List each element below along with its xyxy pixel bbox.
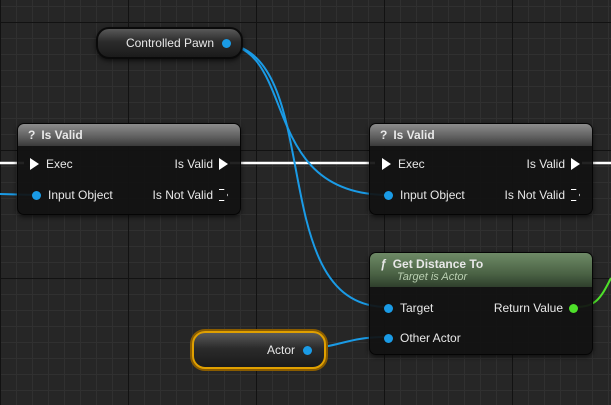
controlled-pawn-output-pin[interactable] bbox=[222, 38, 231, 48]
return-value-pin[interactable] bbox=[569, 303, 578, 313]
function-icon: ƒ bbox=[380, 257, 387, 271]
exec-in-pin[interactable] bbox=[382, 158, 391, 170]
exec-in-pin[interactable] bbox=[30, 158, 39, 170]
is-valid-right-notvalid-row: Is Not Valid bbox=[505, 187, 580, 203]
actor-node[interactable]: Actor bbox=[192, 331, 326, 369]
is-valid-right-title: Is Valid bbox=[393, 128, 435, 142]
return-value-label: Return Value bbox=[493, 301, 563, 315]
input-object-pin[interactable] bbox=[32, 190, 41, 200]
target-label: Target bbox=[400, 301, 434, 315]
get-distance-title: Get Distance To bbox=[392, 257, 484, 271]
is-valid-left-valid-row: Is Valid bbox=[175, 156, 228, 172]
other-actor-label: Other Actor bbox=[400, 331, 461, 345]
is-not-valid-exec-pin[interactable] bbox=[571, 189, 580, 201]
target-row: Target bbox=[384, 300, 433, 316]
is-valid-left-header: ? Is Valid bbox=[18, 124, 240, 146]
is-not-valid-exec-pin[interactable] bbox=[219, 189, 228, 201]
is-valid-right-exec-row: Exec bbox=[382, 156, 425, 172]
get-distance-header: ƒ Get Distance To Target is Actor bbox=[370, 253, 592, 287]
is-valid-out-label: Is Valid bbox=[174, 157, 213, 171]
actor-label: Actor bbox=[266, 343, 295, 357]
is-valid-left-input-row: Input Object bbox=[32, 187, 113, 203]
is-valid-right-header: ? Is Valid bbox=[370, 124, 592, 146]
object-wire-pawn-to-target bbox=[217, 42, 388, 308]
input-object-pin[interactable] bbox=[384, 190, 393, 200]
other-actor-row: Other Actor bbox=[384, 330, 461, 346]
input-object-label: Input Object bbox=[400, 188, 465, 202]
other-actor-pin[interactable] bbox=[384, 333, 393, 343]
get-distance-subtitle: Target is Actor bbox=[397, 271, 468, 283]
question-icon: ? bbox=[380, 128, 388, 142]
is-not-valid-label: Is Not Valid bbox=[152, 188, 213, 202]
is-valid-out-label: Is Valid bbox=[526, 157, 565, 171]
is-valid-right-valid-row: Is Valid bbox=[527, 156, 580, 172]
exec-label: Exec bbox=[398, 157, 425, 171]
is-valid-left-notvalid-row: Is Not Valid bbox=[153, 187, 228, 203]
input-object-label: Input Object bbox=[48, 188, 113, 202]
is-valid-node-left[interactable]: ? Is Valid Exec Is Valid Input Object Is… bbox=[17, 123, 241, 215]
is-valid-exec-out-pin[interactable] bbox=[571, 158, 580, 170]
return-value-row: Return Value bbox=[494, 300, 578, 316]
is-valid-left-title: Is Valid bbox=[41, 128, 83, 142]
object-wire-pawn-to-isvalid bbox=[217, 42, 388, 196]
exec-label: Exec bbox=[46, 157, 73, 171]
controlled-pawn-node[interactable]: Controlled Pawn bbox=[96, 27, 243, 59]
is-valid-exec-out-pin[interactable] bbox=[219, 158, 228, 170]
is-valid-left-exec-row: Exec bbox=[30, 156, 73, 172]
controlled-pawn-label: Controlled Pawn bbox=[125, 36, 214, 50]
is-not-valid-label: Is Not Valid bbox=[504, 188, 565, 202]
get-distance-to-node[interactable]: ƒ Get Distance To Target is Actor Target… bbox=[369, 252, 593, 355]
is-valid-right-input-row: Input Object bbox=[384, 187, 465, 203]
target-pin[interactable] bbox=[384, 303, 393, 313]
is-valid-node-right[interactable]: ? Is Valid Exec Is Valid Input Object Is… bbox=[369, 123, 593, 215]
question-icon: ? bbox=[28, 128, 36, 142]
actor-output-pin[interactable] bbox=[303, 345, 312, 355]
